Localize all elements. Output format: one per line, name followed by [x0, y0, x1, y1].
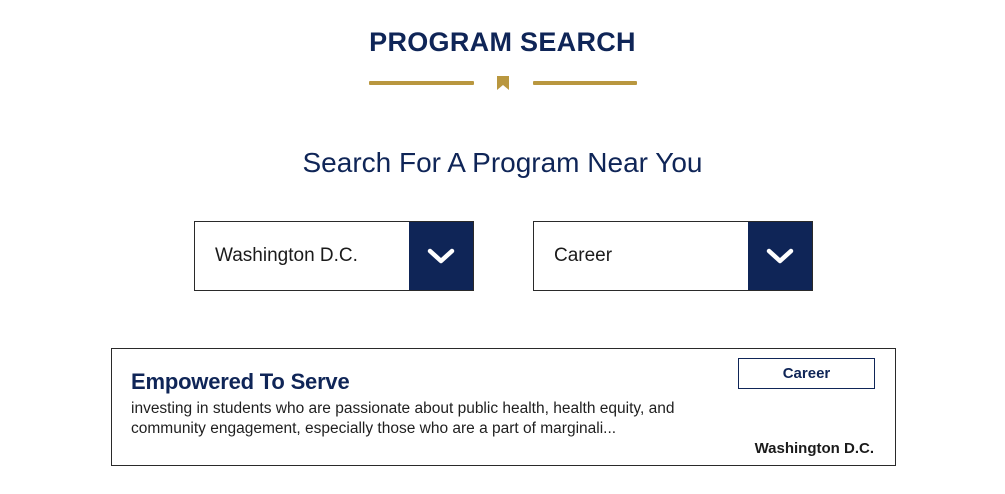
category-select-value: Career: [554, 245, 613, 266]
program-title[interactable]: Empowered To Serve: [131, 369, 350, 395]
location-select-toggle[interactable]: [409, 222, 473, 290]
chevron-down-icon: [766, 248, 794, 264]
divider-line-left: [369, 81, 474, 85]
location-select-value: Washington D.C.: [215, 245, 358, 266]
page-title: PROGRAM SEARCH: [369, 27, 636, 57]
category-badge[interactable]: Career: [738, 358, 875, 389]
program-result-card[interactable]: Empowered To Serve investing in students…: [111, 348, 896, 466]
program-search-page: PROGRAM SEARCH Search For A Program Near…: [0, 0, 1005, 494]
program-description: investing in students who are passionate…: [131, 400, 675, 437]
page-subtitle: Search For A Program Near You: [302, 147, 703, 178]
location-select[interactable]: Washington D.C.: [194, 221, 474, 291]
category-select-toggle[interactable]: [748, 222, 812, 290]
program-location: Washington D.C.: [754, 440, 874, 457]
category-select[interactable]: Career: [533, 221, 813, 291]
bookmark-icon: [497, 76, 509, 90]
chevron-down-icon: [427, 248, 455, 264]
title-divider: [369, 76, 637, 90]
divider-line-right: [533, 81, 637, 85]
